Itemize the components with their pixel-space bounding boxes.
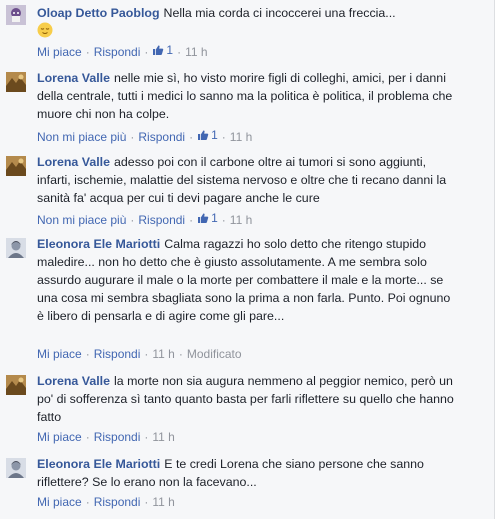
like-count[interactable]: 1 xyxy=(197,210,218,226)
comment-body: Eleonora Ele Mariotti E te credi Lorena c… xyxy=(37,455,457,491)
separator: · xyxy=(144,430,149,444)
comment-author[interactable]: Lorena Valle xyxy=(37,374,110,388)
relieved-face-icon xyxy=(37,22,53,38)
comment-actions: Non mi piace più · Rispondi · 1 · 11 h xyxy=(37,210,252,227)
avatar[interactable] xyxy=(6,5,26,25)
comment-actions: Non mi piace più · Rispondi · 1 · 11 h xyxy=(37,127,252,144)
separator: · xyxy=(177,45,182,59)
separator: · xyxy=(144,347,149,361)
separator: · xyxy=(189,130,194,144)
reply-link[interactable]: Rispondi xyxy=(138,130,185,144)
like-link[interactable]: Mi piace xyxy=(37,495,82,509)
reply-link[interactable]: Rispondi xyxy=(138,213,185,227)
avatar[interactable] xyxy=(6,375,26,395)
reply-link[interactable]: Rispondi xyxy=(94,495,141,509)
comment-body: Oloap Detto Paoblog Nella mia corda ci in… xyxy=(37,4,457,40)
comment-actions: Mi piace · Rispondi · 11 h · Modificato xyxy=(37,346,242,362)
portrait-avatar-icon xyxy=(6,238,26,258)
comment-actions: Mi piace · Rispondi · 11 h xyxy=(37,429,175,445)
comment-actions: Mi piace · Rispondi · 1 · 11 h xyxy=(37,42,208,59)
comment-actions: Mi piace · Rispondi · 11 h xyxy=(37,494,175,510)
reply-link[interactable]: Rispondi xyxy=(94,347,141,361)
separator: · xyxy=(178,347,183,361)
edited-link[interactable]: Modificato xyxy=(187,347,242,361)
like-link[interactable]: Mi piace xyxy=(37,45,82,59)
separator: · xyxy=(85,430,90,444)
thumbs-up-icon xyxy=(153,45,164,55)
separator: · xyxy=(221,213,226,227)
comment-author[interactable]: Oloap Detto Paoblog xyxy=(37,6,160,20)
separator: · xyxy=(85,347,90,361)
timestamp[interactable]: 11 h xyxy=(152,430,174,444)
comment-body: Lorena Valle la morte non sia augura nemm… xyxy=(37,372,457,426)
separator: · xyxy=(144,45,149,59)
comment-body: Lorena Valle nelle mie sì, ho visto morir… xyxy=(37,69,457,123)
timestamp[interactable]: 11 h xyxy=(185,45,207,59)
comment-text: Nella mia corda ci incoccerei una frecci… xyxy=(163,6,396,20)
photo-avatar-icon xyxy=(6,156,26,176)
unlike-link[interactable]: Non mi piace più xyxy=(37,130,126,144)
comment-body: Eleonora Ele Mariotti Calma ragazzi ho so… xyxy=(37,235,457,325)
comment-author[interactable]: Lorena Valle xyxy=(37,71,110,85)
comment-body: Lorena Valle adesso poi con il carbone ol… xyxy=(37,153,457,207)
portrait-avatar-icon xyxy=(6,458,26,478)
avatar[interactable] xyxy=(6,72,26,92)
timestamp[interactable]: 11 h xyxy=(230,130,252,144)
comment-author[interactable]: Eleonora Ele Mariotti xyxy=(37,237,160,251)
timestamp[interactable]: 11 h xyxy=(230,213,252,227)
separator: · xyxy=(221,130,226,144)
separator: · xyxy=(189,213,194,227)
thumbs-up-icon xyxy=(198,130,209,140)
like-link[interactable]: Mi piace xyxy=(37,430,82,444)
comment-author[interactable]: Lorena Valle xyxy=(37,155,110,169)
separator: · xyxy=(85,495,90,509)
photo-avatar-icon xyxy=(6,72,26,92)
separator: · xyxy=(130,130,135,144)
reply-link[interactable]: Rispondi xyxy=(94,430,141,444)
unlike-link[interactable]: Non mi piace più xyxy=(37,213,126,227)
timestamp[interactable]: 11 h xyxy=(152,495,174,509)
timestamp[interactable]: 11 h xyxy=(152,347,174,361)
separator: · xyxy=(85,45,90,59)
avatar[interactable] xyxy=(6,458,26,478)
photo-avatar-icon xyxy=(6,375,26,395)
like-link[interactable]: Mi piace xyxy=(37,347,82,361)
separator: · xyxy=(130,213,135,227)
avatar[interactable] xyxy=(6,156,26,176)
reply-link[interactable]: Rispondi xyxy=(94,45,141,59)
like-count[interactable]: 1 xyxy=(197,127,218,143)
thumbs-up-icon xyxy=(198,213,209,223)
separator: · xyxy=(144,495,149,509)
comment-author[interactable]: Eleonora Ele Mariotti xyxy=(37,457,160,471)
like-count[interactable]: 1 xyxy=(152,42,173,58)
cartoon-avatar-icon xyxy=(6,5,26,25)
avatar[interactable] xyxy=(6,238,26,258)
